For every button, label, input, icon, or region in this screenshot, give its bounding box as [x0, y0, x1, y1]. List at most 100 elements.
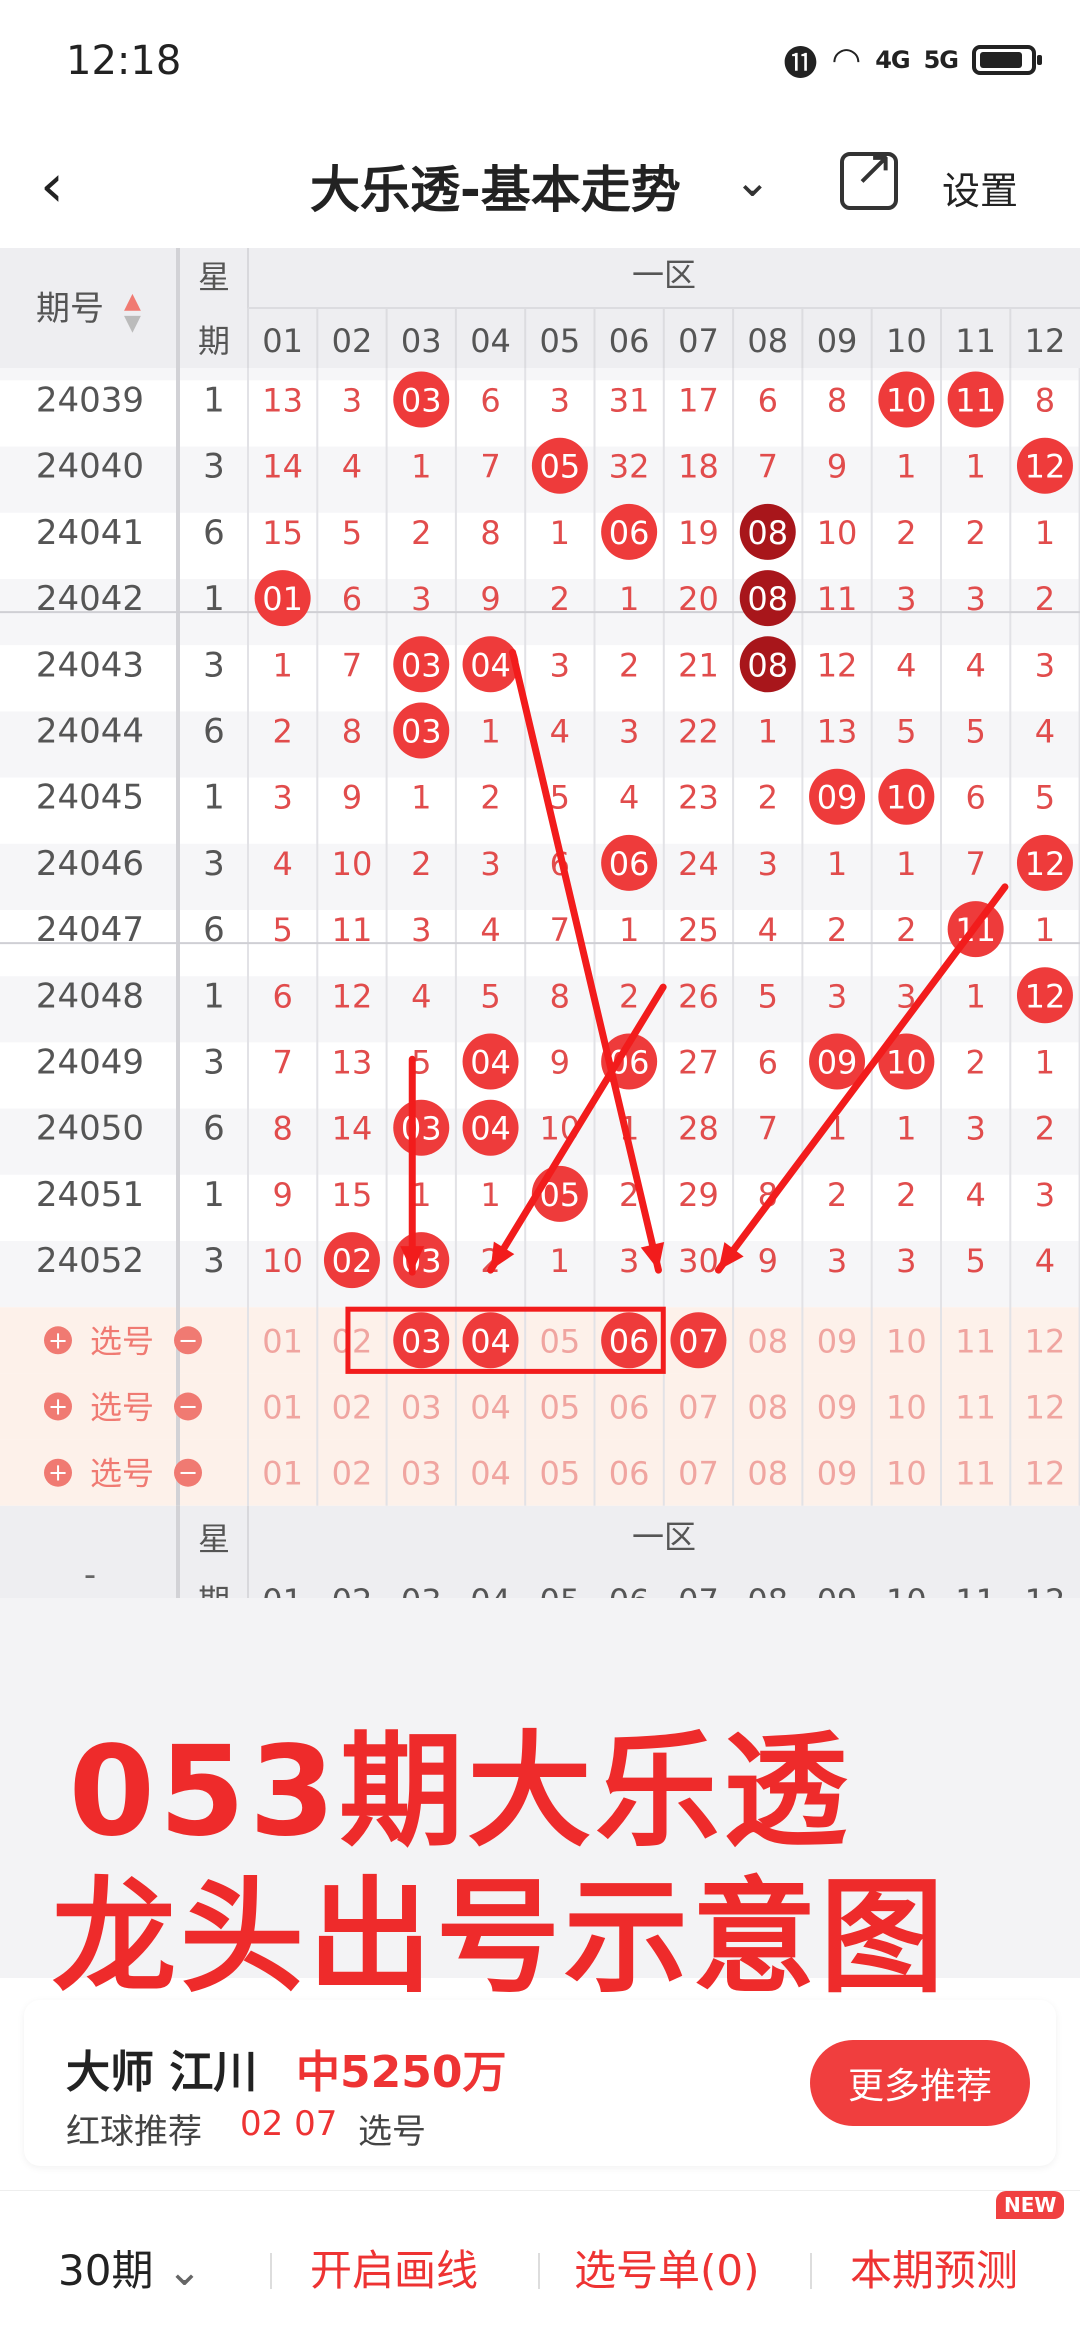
pick-option[interactable]: 11	[955, 1322, 996, 1360]
pick-option[interactable]: 08	[747, 1389, 788, 1427]
pick-list-button[interactable]: 选号单(0)	[574, 2237, 760, 2298]
pick-option[interactable]: 12	[1025, 1322, 1066, 1360]
pick-option[interactable]: 01	[262, 1455, 303, 1493]
miss-value: 3	[965, 580, 985, 618]
pick-option[interactable]: 09	[817, 1389, 858, 1427]
pick-option[interactable]: 05	[539, 1389, 580, 1427]
miss-value: 14	[332, 1110, 373, 1148]
miss-value: 3	[1035, 646, 1055, 684]
pick-option[interactable]: 10	[886, 1455, 927, 1493]
miss-value: 2	[1035, 1110, 1055, 1148]
miss-value: 2	[758, 779, 778, 817]
miss-value: 29	[678, 1176, 719, 1214]
miss-value: 18	[678, 448, 719, 486]
hit-number: 03	[401, 646, 442, 684]
hit-number: 09	[817, 779, 858, 817]
period-header[interactable]: 期号	[36, 289, 104, 329]
miss-value: 32	[609, 448, 650, 486]
battery-icon	[972, 45, 1042, 75]
predict-button[interactable]: 本期预测	[850, 2237, 1018, 2298]
miss-value: 13	[262, 382, 303, 420]
pick-option[interactable]: 08	[747, 1455, 788, 1493]
pick-option[interactable]: 04	[470, 1455, 511, 1493]
pick-option[interactable]: 01	[262, 1389, 303, 1427]
table-row-bg	[0, 512, 1080, 579]
pick-option[interactable]: 03	[401, 1389, 442, 1427]
plus-icon: +	[48, 1393, 68, 1421]
miss-value: 11	[332, 911, 373, 949]
period-number: 24040	[36, 447, 144, 487]
miss-value: 1	[896, 448, 916, 486]
pick-option[interactable]: 06	[609, 1389, 650, 1427]
pick-option[interactable]: 05	[539, 1455, 580, 1493]
miss-value: 8	[827, 382, 847, 420]
miss-value: 12	[817, 646, 858, 684]
expert-recommend-card[interactable]: 大师 江川 中5250万 红球推荐 02 07 选号 更多推荐	[24, 2000, 1056, 2166]
period-selector[interactable]: 30期 ⌄	[58, 2237, 202, 2298]
miss-value: 14	[262, 448, 303, 486]
hit-number: 04	[470, 1044, 511, 1082]
sort-down-icon[interactable]: ▼	[124, 311, 141, 336]
divider	[270, 2253, 272, 2289]
miss-value: 8	[550, 977, 570, 1015]
hit-number: 12	[1025, 448, 1066, 486]
miss-value: 10	[332, 845, 373, 883]
trend-chart[interactable]: 2403731111341291546416240386122145230165…	[0, 248, 1080, 1598]
pick-option[interactable]: 07	[678, 1455, 719, 1493]
pick-option[interactable]: 02	[332, 1455, 373, 1493]
weekday-header: 期	[198, 1582, 230, 1598]
miss-value: 1	[272, 646, 292, 684]
miss-value: 5	[272, 911, 292, 949]
share-icon[interactable]	[840, 140, 898, 210]
page-title[interactable]: 大乐透-基本走势	[310, 150, 681, 222]
column-header: 06	[609, 322, 650, 360]
hit-number: 09	[817, 1044, 858, 1082]
miss-value: 2	[619, 646, 639, 684]
pick-option[interactable]: 12	[1025, 1455, 1066, 1493]
signal-5g-icon: 5G	[923, 46, 959, 74]
signal-4g-icon: 4G	[875, 46, 910, 74]
pick-option[interactable]: 01	[262, 1322, 303, 1360]
draw-line-button[interactable]: 开启画线	[310, 2237, 478, 2298]
miss-value: 2	[1035, 580, 1055, 618]
pick-option[interactable]: 04	[470, 1389, 511, 1427]
pick-option[interactable]: 02	[332, 1322, 373, 1360]
pick-option[interactable]: 03	[401, 1455, 442, 1493]
settings-button[interactable]: 设置	[942, 160, 1018, 215]
miss-value: 2	[411, 845, 431, 883]
miss-value: 3	[619, 713, 639, 751]
miss-value: 10	[262, 1242, 303, 1280]
column-header: 08	[747, 1582, 788, 1598]
pick-option[interactable]: 09	[817, 1322, 858, 1360]
column-header: 03	[401, 322, 442, 360]
miss-value: 13	[817, 713, 858, 751]
wifi-icon: ◠	[831, 40, 862, 80]
more-recommend-button[interactable]: 更多推荐	[810, 2040, 1030, 2126]
pick-label: 选号	[90, 1322, 154, 1360]
weekday-value: 1	[203, 778, 225, 818]
pick-option[interactable]: 02	[332, 1389, 373, 1427]
period-number: 24050	[36, 1109, 144, 1149]
pick-option[interactable]: 09	[817, 1455, 858, 1493]
hit-number: 02	[332, 1242, 373, 1280]
pick-option[interactable]: 12	[1025, 1389, 1066, 1427]
back-chevron-icon[interactable]: ‹	[40, 156, 64, 216]
pick-option[interactable]: 05	[539, 1322, 580, 1360]
miss-value: 9	[342, 779, 362, 817]
pick-option[interactable]: 07	[678, 1389, 719, 1427]
pick-option[interactable]: 10	[886, 1389, 927, 1427]
miss-value: 3	[896, 1242, 916, 1280]
miss-value: 25	[678, 911, 719, 949]
plus-icon: +	[48, 1459, 68, 1487]
miss-value: 13	[332, 1044, 373, 1082]
pick-option[interactable]: 10	[886, 1322, 927, 1360]
pick-option[interactable]: 06	[609, 1455, 650, 1493]
pick-option[interactable]: 11	[955, 1389, 996, 1427]
pick-option[interactable]: 11	[955, 1455, 996, 1493]
miss-value: 2	[411, 514, 431, 552]
column-header: 03	[401, 1582, 442, 1598]
column-header: 11	[955, 322, 996, 360]
miss-value: 7	[965, 845, 985, 883]
pick-option[interactable]: 08	[747, 1322, 788, 1360]
title-dropdown-chevron-icon[interactable]: ⌄	[734, 156, 771, 207]
